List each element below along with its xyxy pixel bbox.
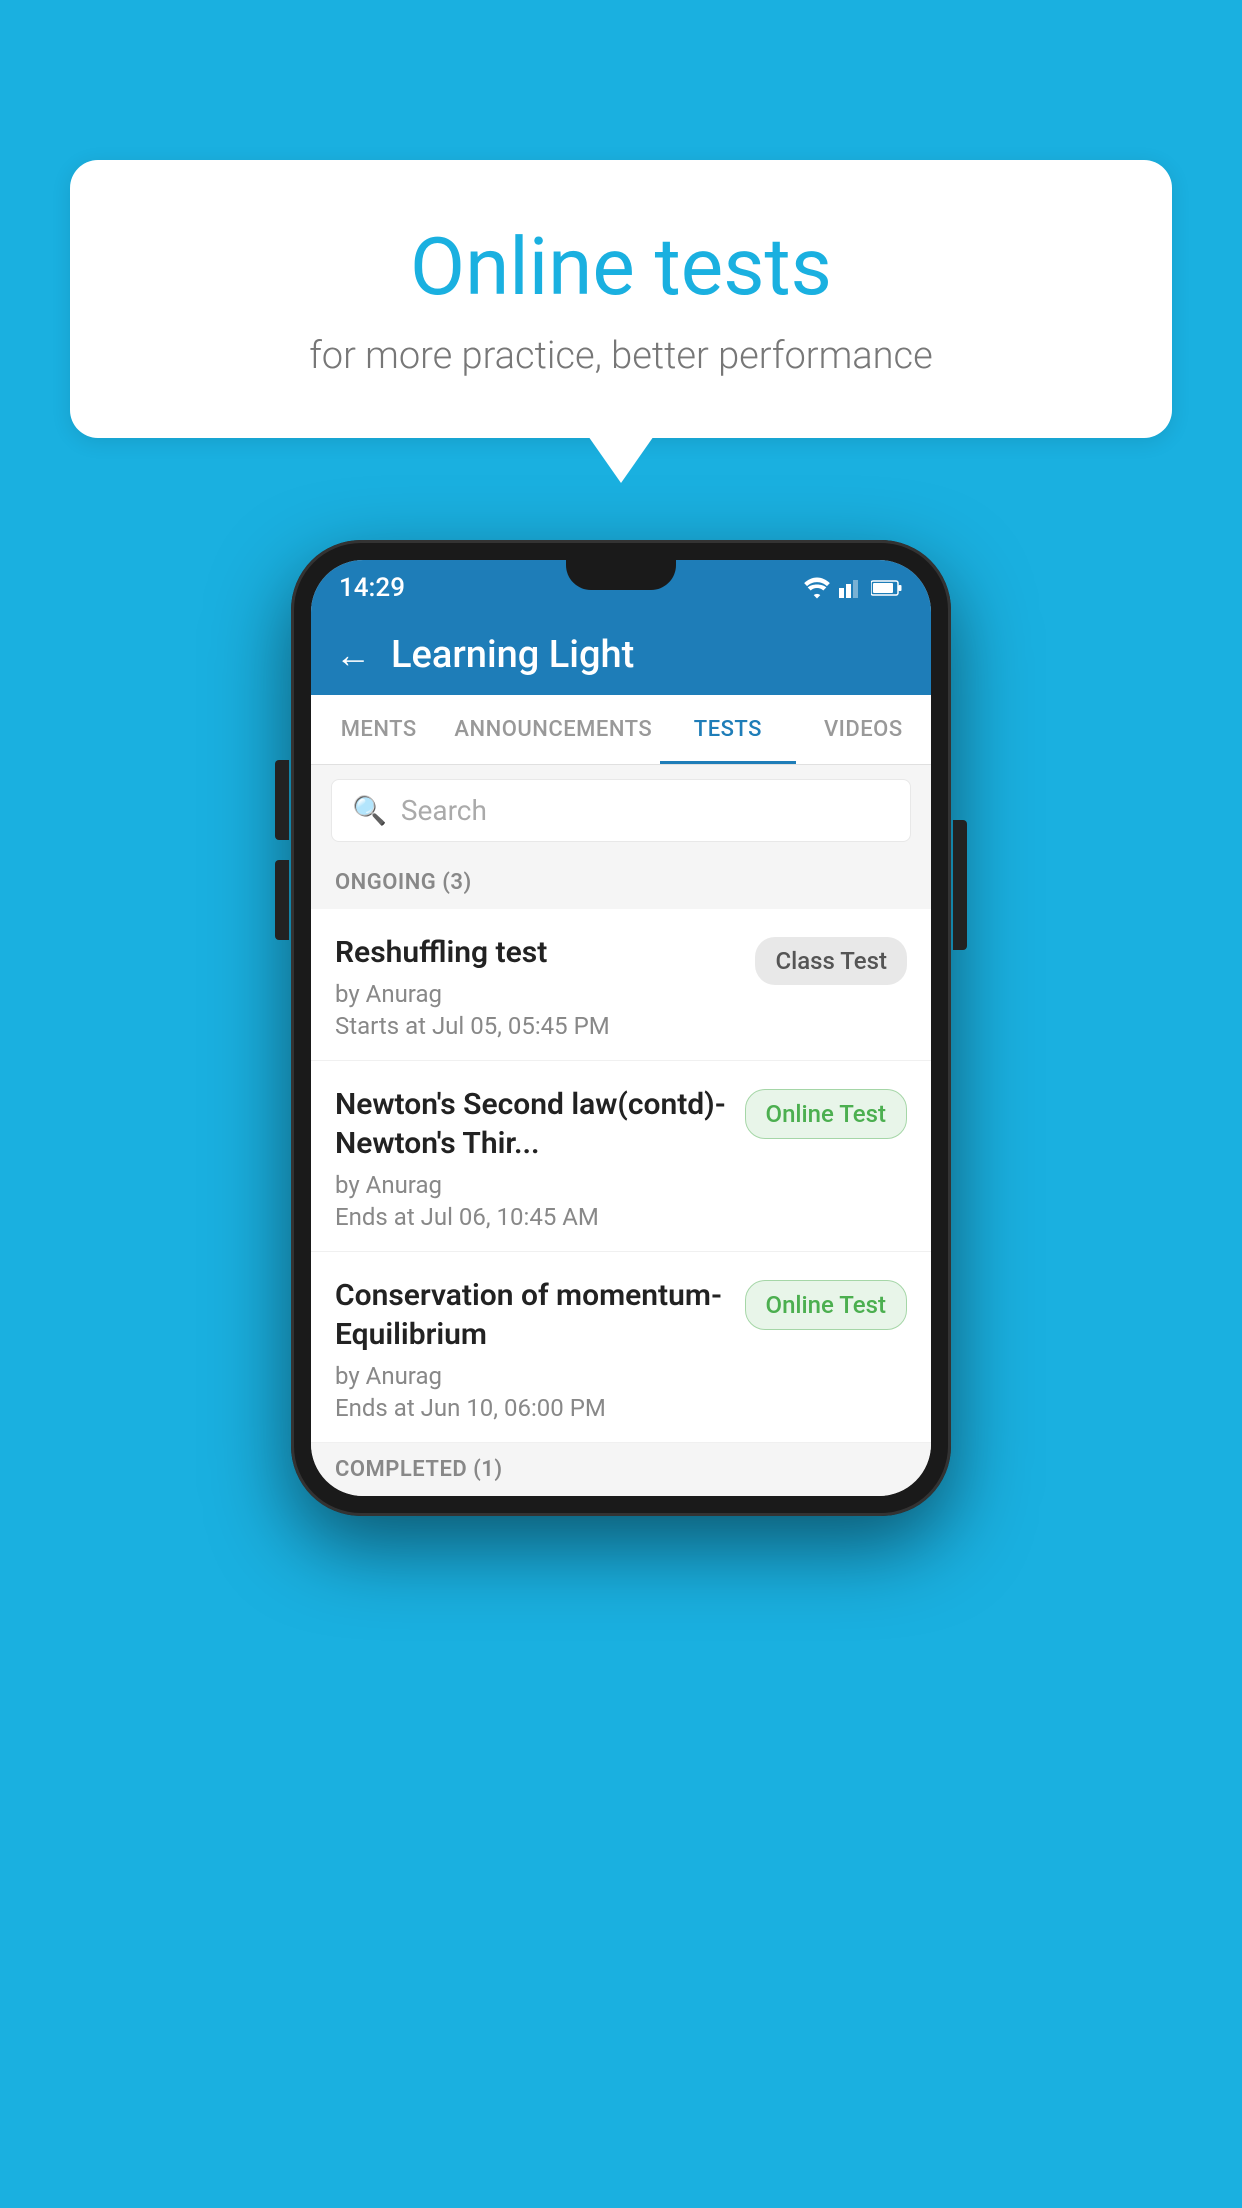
- status-icons: [803, 577, 903, 599]
- test-badge-reshuffling: Class Test: [755, 937, 907, 985]
- test-time-reshuffling: Starts at Jul 05, 05:45 PM: [335, 1012, 739, 1040]
- tab-tests[interactable]: TESTS: [660, 695, 795, 764]
- test-item-conservation[interactable]: Conservation of momentum-Equilibrium by …: [311, 1252, 931, 1443]
- notch: [566, 560, 676, 590]
- search-icon: 🔍: [352, 794, 387, 827]
- tab-assignments[interactable]: MENTS: [311, 695, 446, 764]
- ongoing-label: ONGOING (3): [335, 870, 472, 895]
- app-header: ← Learning Light: [311, 615, 931, 695]
- search-container: 🔍 Search: [311, 765, 931, 856]
- test-item-reshuffling[interactable]: Reshuffling test by Anurag Starts at Jul…: [311, 909, 931, 1061]
- signal-icon: [839, 577, 863, 599]
- test-name-newton: Newton's Second law(contd)-Newton's Thir…: [335, 1085, 729, 1163]
- test-badge-newton: Online Test: [745, 1089, 907, 1139]
- speech-bubble: Online tests for more practice, better p…: [70, 160, 1172, 438]
- wifi-icon: [803, 577, 831, 599]
- phone-screen: 14:29: [311, 560, 931, 1496]
- test-by-reshuffling: by Anurag: [335, 980, 739, 1008]
- test-info-newton: Newton's Second law(contd)-Newton's Thir…: [335, 1085, 745, 1231]
- search-placeholder: Search: [401, 794, 487, 827]
- test-info-conservation: Conservation of momentum-Equilibrium by …: [335, 1276, 745, 1422]
- test-name-conservation: Conservation of momentum-Equilibrium: [335, 1276, 729, 1354]
- completed-section-header: COMPLETED (1): [311, 1443, 931, 1496]
- test-time-conservation: Ends at Jun 10, 06:00 PM: [335, 1394, 729, 1422]
- tab-videos[interactable]: VIDEOS: [796, 695, 931, 764]
- status-bar: 14:29: [311, 560, 931, 615]
- tabs-bar: MENTS ANNOUNCEMENTS TESTS VIDEOS: [311, 695, 931, 765]
- completed-label: COMPLETED (1): [335, 1457, 503, 1482]
- test-by-conservation: by Anurag: [335, 1362, 729, 1390]
- battery-icon: [871, 577, 903, 599]
- test-badge-conservation: Online Test: [745, 1280, 907, 1330]
- bubble-title: Online tests: [150, 220, 1092, 314]
- ongoing-section-header: ONGOING (3): [311, 856, 931, 909]
- bubble-subtitle: for more practice, better performance: [150, 334, 1092, 378]
- promo-section: Online tests for more practice, better p…: [70, 160, 1172, 438]
- header-title: Learning Light: [391, 633, 634, 677]
- back-button[interactable]: ←: [335, 634, 371, 676]
- test-info-reshuffling: Reshuffling test by Anurag Starts at Jul…: [335, 933, 755, 1040]
- status-time: 14:29: [339, 573, 405, 603]
- tab-announcements[interactable]: ANNOUNCEMENTS: [446, 695, 660, 764]
- search-bar[interactable]: 🔍 Search: [331, 779, 911, 842]
- test-item-newton[interactable]: Newton's Second law(contd)-Newton's Thir…: [311, 1061, 931, 1252]
- test-time-newton: Ends at Jul 06, 10:45 AM: [335, 1203, 729, 1231]
- phone-outer: 14:29: [291, 540, 951, 1516]
- test-by-newton: by Anurag: [335, 1171, 729, 1199]
- phone-mockup: 14:29: [291, 540, 951, 1516]
- test-name-reshuffling: Reshuffling test: [335, 933, 739, 972]
